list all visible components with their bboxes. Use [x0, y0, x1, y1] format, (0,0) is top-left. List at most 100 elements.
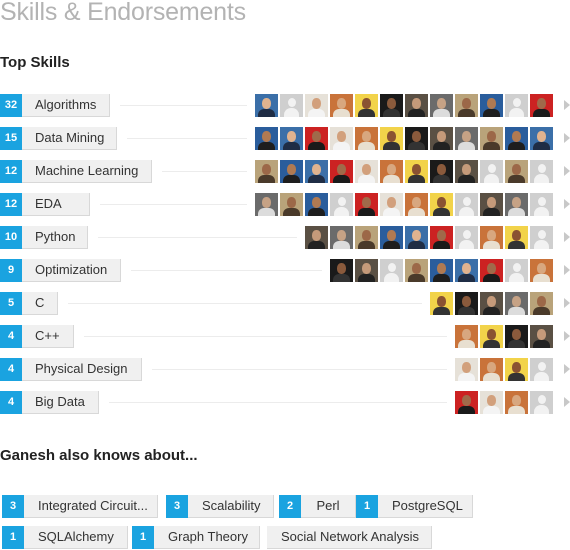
endorser-avatar[interactable]	[530, 325, 553, 348]
endorser-avatar[interactable]	[455, 259, 478, 282]
endorser-avatar[interactable]	[305, 94, 328, 117]
default-avatar[interactable]	[455, 226, 478, 249]
endorser-avatar[interactable]	[455, 94, 478, 117]
endorser-avatar[interactable]	[430, 226, 453, 249]
chevron-right-icon[interactable]	[564, 166, 570, 176]
default-avatar[interactable]	[530, 391, 553, 414]
endorsement-count-badge[interactable]: 4	[0, 391, 22, 414]
endorser-avatar[interactable]	[405, 226, 428, 249]
endorser-avatar[interactable]	[380, 226, 403, 249]
endorsement-count-badge[interactable]: 12	[0, 193, 22, 216]
default-avatar[interactable]	[530, 358, 553, 381]
endorsement-count-badge[interactable]: 3	[2, 495, 24, 518]
endorser-avatar[interactable]	[480, 259, 503, 282]
default-avatar[interactable]	[530, 160, 553, 183]
endorsement-count-badge[interactable]: 32	[0, 94, 22, 117]
chevron-right-icon[interactable]	[564, 265, 570, 275]
default-avatar[interactable]	[280, 94, 303, 117]
endorser-avatar[interactable]	[455, 292, 478, 315]
chevron-right-icon[interactable]	[564, 331, 570, 341]
skill-name-pill[interactable]: Python	[22, 226, 88, 249]
skill-name-pill[interactable]: Scalability	[188, 495, 274, 518]
skill-name-pill[interactable]: Data Mining	[22, 127, 117, 150]
endorser-avatar[interactable]	[430, 292, 453, 315]
default-avatar[interactable]	[380, 259, 403, 282]
endorser-avatar[interactable]	[280, 160, 303, 183]
default-avatar[interactable]	[505, 94, 528, 117]
endorser-avatar[interactable]	[505, 358, 528, 381]
endorser-avatar[interactable]	[355, 94, 378, 117]
chevron-right-icon[interactable]	[564, 364, 570, 374]
endorser-avatar[interactable]	[505, 391, 528, 414]
endorser-avatar[interactable]	[405, 160, 428, 183]
chevron-right-icon[interactable]	[564, 100, 570, 110]
default-avatar[interactable]	[480, 160, 503, 183]
chevron-right-icon[interactable]	[564, 133, 570, 143]
endorser-avatar[interactable]	[305, 226, 328, 249]
endorser-avatar[interactable]	[430, 127, 453, 150]
endorser-avatar[interactable]	[330, 259, 353, 282]
endorsement-count-badge[interactable]: 4	[0, 358, 22, 381]
endorser-avatar[interactable]	[280, 193, 303, 216]
endorser-avatar[interactable]	[405, 259, 428, 282]
endorser-avatar[interactable]	[505, 292, 528, 315]
default-avatar[interactable]	[330, 193, 353, 216]
endorser-avatar[interactable]	[430, 94, 453, 117]
endorser-avatar[interactable]	[455, 325, 478, 348]
endorser-avatar[interactable]	[355, 259, 378, 282]
chevron-right-icon[interactable]	[564, 397, 570, 407]
endorser-avatar[interactable]	[330, 127, 353, 150]
endorser-avatar[interactable]	[505, 193, 528, 216]
endorser-avatar[interactable]	[480, 391, 503, 414]
endorser-avatar[interactable]	[405, 94, 428, 117]
endorser-avatar[interactable]	[505, 325, 528, 348]
skill-name-pill[interactable]: Integrated Circuit...	[24, 495, 158, 518]
endorsement-count-badge[interactable]: 5	[0, 292, 22, 315]
skill-name-pill[interactable]: Graph Theory	[154, 526, 260, 549]
endorsement-count-badge[interactable]: 12	[0, 160, 22, 183]
endorser-avatar[interactable]	[355, 193, 378, 216]
endorser-avatar[interactable]	[480, 292, 503, 315]
skill-name-pill[interactable]: EDA	[22, 193, 90, 216]
endorser-avatar[interactable]	[355, 127, 378, 150]
endorser-avatar[interactable]	[480, 127, 503, 150]
chevron-right-icon[interactable]	[564, 298, 570, 308]
endorser-avatar[interactable]	[305, 160, 328, 183]
default-avatar[interactable]	[455, 193, 478, 216]
endorser-avatar[interactable]	[380, 127, 403, 150]
endorser-avatar[interactable]	[480, 358, 503, 381]
endorsement-count-badge[interactable]: 15	[0, 127, 22, 150]
endorser-avatar[interactable]	[330, 160, 353, 183]
endorser-avatar[interactable]	[455, 391, 478, 414]
chevron-right-icon[interactable]	[564, 199, 570, 209]
endorsement-count-badge[interactable]: 1	[2, 526, 24, 549]
endorser-avatar[interactable]	[455, 127, 478, 150]
endorser-avatar[interactable]	[380, 160, 403, 183]
skill-name-pill[interactable]: Perl	[301, 495, 356, 518]
endorser-avatar[interactable]	[255, 127, 278, 150]
endorser-avatar[interactable]	[480, 226, 503, 249]
endorsement-count-badge[interactable]: 1	[356, 495, 378, 518]
endorser-avatar[interactable]	[405, 127, 428, 150]
endorser-avatar[interactable]	[280, 127, 303, 150]
skill-name-pill[interactable]: Machine Learning	[22, 160, 152, 183]
default-avatar[interactable]	[505, 259, 528, 282]
skill-name-pill[interactable]: Physical Design	[22, 358, 142, 381]
endorser-avatar[interactable]	[355, 160, 378, 183]
endorser-avatar[interactable]	[505, 127, 528, 150]
endorser-avatar[interactable]	[530, 94, 553, 117]
endorser-avatar[interactable]	[480, 325, 503, 348]
endorser-avatar[interactable]	[305, 193, 328, 216]
skill-name-pill[interactable]: Algorithms	[22, 94, 110, 117]
endorser-avatar[interactable]	[330, 226, 353, 249]
endorser-avatar[interactable]	[255, 94, 278, 117]
endorser-avatar[interactable]	[455, 358, 478, 381]
endorsement-count-badge[interactable]: 9	[0, 259, 22, 282]
skill-name-pill[interactable]: PostgreSQL	[378, 495, 473, 518]
endorser-avatar[interactable]	[405, 193, 428, 216]
chevron-right-icon[interactable]	[564, 232, 570, 242]
endorser-avatar[interactable]	[430, 160, 453, 183]
endorser-avatar[interactable]	[480, 193, 503, 216]
endorser-avatar[interactable]	[330, 94, 353, 117]
default-avatar[interactable]	[530, 193, 553, 216]
